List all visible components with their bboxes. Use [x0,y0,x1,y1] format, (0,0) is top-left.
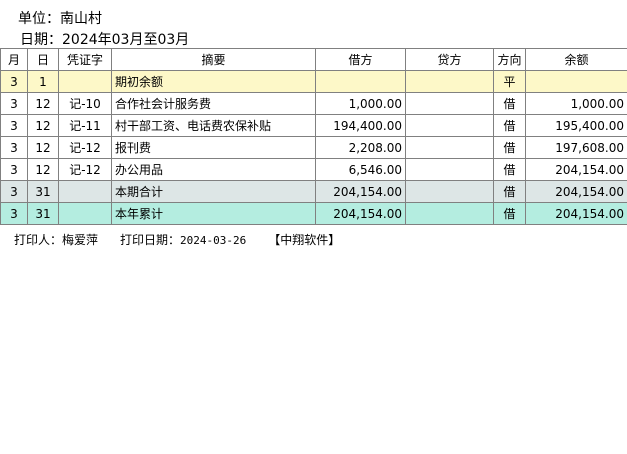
cell-debit [315,70,406,93]
table-row[interactable]: 3 12 记-12 报刊费 2,208.00 借 197,608.00 [0,136,627,159]
software-label: 【中翔软件】 [268,233,341,247]
cell-direction: 平 [493,70,526,93]
cell-credit [405,180,494,203]
cell-summary: 本年累计 [111,202,316,225]
cell-credit [405,136,494,159]
table-row[interactable]: 3 12 记-12 办公用品 6,546.00 借 204,154.00 [0,158,627,181]
cell-debit: 204,154.00 [315,202,406,225]
cell-voucher: 记-11 [58,114,112,137]
cell-summary: 办公用品 [111,158,316,181]
cell-month: 3 [0,92,28,115]
cell-summary: 期初余额 [111,70,316,93]
cell-month: 3 [0,180,28,203]
cell-balance: 195,400.00 [525,114,627,137]
cell-voucher: 记-12 [58,158,112,181]
cell-debit: 204,154.00 [315,180,406,203]
col-header-summary: 摘要 [111,48,316,71]
ledger-table: 月 日 凭证字 摘要 借方 贷方 方向 余额 3 1 期初余额 平 3 12 记… [0,48,627,225]
cell-credit [405,202,494,225]
cell-balance [525,70,627,93]
print-date-label: 打印日期：2024-03-26 [120,233,246,247]
cell-direction: 借 [493,92,526,115]
cell-balance: 204,154.00 [525,202,627,225]
cell-day: 31 [27,180,59,203]
cell-direction: 借 [493,158,526,181]
cell-voucher: 记-12 [58,136,112,159]
col-header-credit: 贷方 [405,48,494,71]
cell-month: 3 [0,114,28,137]
cell-day: 12 [27,114,59,137]
table-row[interactable]: 3 12 记-10 合作社会计服务费 1,000.00 借 1,000.00 [0,92,627,115]
table-row-year-total[interactable]: 3 31 本年累计 204,154.00 借 204,154.00 [0,202,627,225]
printer-label: 打印人：梅爱萍 [14,233,99,247]
cell-summary: 本期合计 [111,180,316,203]
cell-month: 3 [0,202,28,225]
print-footer: 打印人：梅爱萍 打印日期：2024-03-26 【中翔软件】 [14,231,362,248]
table-header-row: 月 日 凭证字 摘要 借方 贷方 方向 余额 [0,48,627,71]
cell-balance: 197,608.00 [525,136,627,159]
cell-month: 3 [0,158,28,181]
date-range-label: 日期：2024年03月至03月 [20,32,190,48]
cell-voucher: 记-10 [58,92,112,115]
cell-direction: 借 [493,136,526,159]
cell-credit [405,92,494,115]
unit-label: 单位：南山村 [18,11,102,27]
print-date-caption: 打印日期： [120,233,181,247]
col-header-day: 日 [27,48,59,71]
cell-credit [405,158,494,181]
col-header-voucher: 凭证字 [58,48,112,71]
col-header-debit: 借方 [315,48,406,71]
cell-direction: 借 [493,202,526,225]
table-row-period-total[interactable]: 3 31 本期合计 204,154.00 借 204,154.00 [0,180,627,203]
table-row-opening-balance[interactable]: 3 1 期初余额 平 [0,70,627,93]
cell-day: 12 [27,158,59,181]
cell-direction: 借 [493,180,526,203]
table-row[interactable]: 3 12 记-11 村干部工资、电话费农保补贴 194,400.00 借 195… [0,114,627,137]
col-header-balance: 余额 [525,48,627,71]
cell-direction: 借 [493,114,526,137]
cell-voucher [58,202,112,225]
print-date-value: 2024-03-26 [180,234,247,247]
cell-day: 1 [27,70,59,93]
cell-debit: 194,400.00 [315,114,406,137]
col-header-direction: 方向 [493,48,526,71]
cell-debit: 1,000.00 [315,92,406,115]
cell-credit [405,70,494,93]
cell-day: 12 [27,92,59,115]
cell-voucher [58,180,112,203]
cell-day: 12 [27,136,59,159]
cell-balance: 204,154.00 [525,180,627,203]
cell-day: 31 [27,202,59,225]
cell-debit: 6,546.00 [315,158,406,181]
cell-balance: 1,000.00 [525,92,627,115]
cell-summary: 合作社会计服务费 [111,92,316,115]
cell-summary: 村干部工资、电话费农保补贴 [111,114,316,137]
cell-month: 3 [0,70,28,93]
cell-balance: 204,154.00 [525,158,627,181]
cell-credit [405,114,494,137]
cell-month: 3 [0,136,28,159]
cell-voucher [58,70,112,93]
cell-debit: 2,208.00 [315,136,406,159]
col-header-month: 月 [0,48,28,71]
cell-summary: 报刊费 [111,136,316,159]
